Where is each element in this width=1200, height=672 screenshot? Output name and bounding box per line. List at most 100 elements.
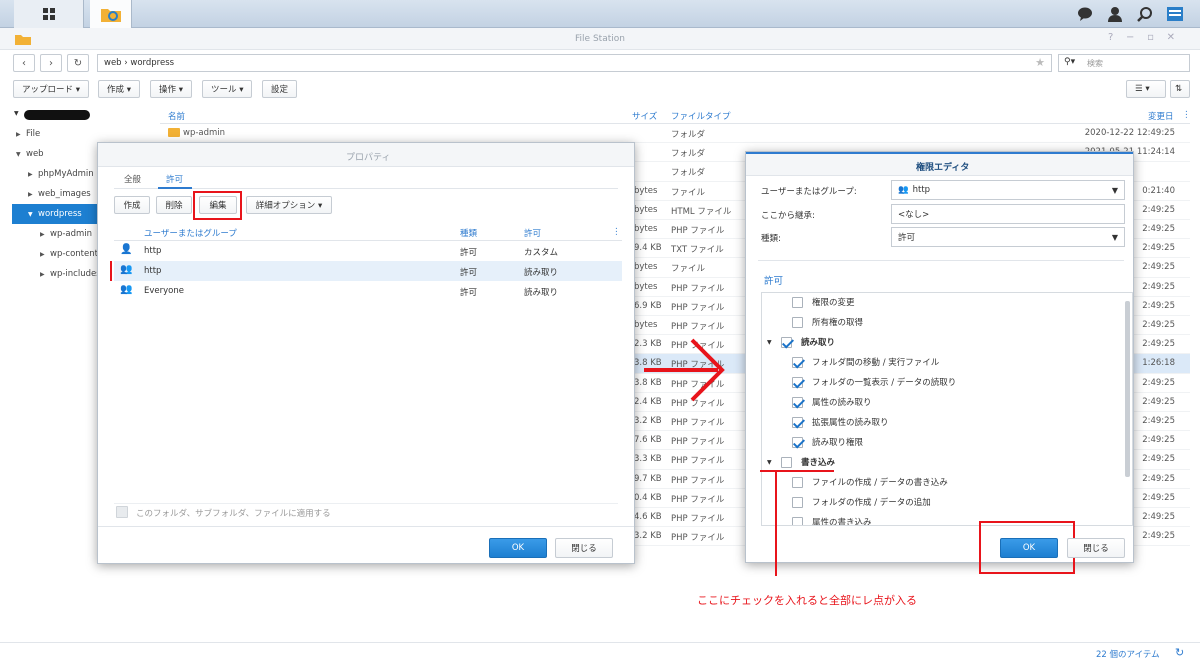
perm-row[interactable]: 👤 http 許可 カスタム [114, 241, 622, 261]
permission-item[interactable]: 属性の書き込み [792, 512, 872, 525]
tab-permissions[interactable]: 許可 [166, 173, 183, 185]
perm-delete-button[interactable]: 削除 [156, 196, 192, 214]
permission-close-button[interactable]: 閉じる [1067, 538, 1125, 558]
col-perm[interactable]: 許可 [524, 227, 541, 239]
search-field[interactable]: ⚲▾ 検索 [1058, 54, 1190, 72]
path-bar[interactable]: web › wordpress ★ [97, 54, 1052, 72]
permission-checkbox[interactable] [792, 316, 803, 328]
file-size: 0.4 KB [634, 492, 662, 503]
permissions-section-title: 許可 [764, 276, 784, 287]
perm-row[interactable]: 👥 Everyone 許可 読み取り [114, 281, 622, 301]
permission-item[interactable]: 所有権の取得 [792, 312, 863, 332]
permission-label: フォルダの一覧表示 / データの読取り [812, 378, 957, 388]
file-modified: 2:49:25 [1142, 512, 1175, 522]
permission-checkbox[interactable] [792, 296, 803, 308]
file-modified: 2:49:25 [1142, 300, 1175, 311]
file-modified: 0:21:40 [1142, 185, 1175, 196]
permission-group[interactable]: ▼ 書き込み [767, 452, 835, 472]
expand-arrow-icon[interactable]: ▼ [767, 459, 781, 466]
sort-button[interactable]: ⇅ [1170, 80, 1190, 98]
perm-table: 👤 http 許可 カスタム 👥 http 許可 読み取り 👥 Everyone 許可 読み取り [98, 241, 634, 303]
list-view-icon: ☰ ▾ [1135, 84, 1150, 94]
action-button[interactable]: 操作 ▾ [150, 80, 192, 98]
user-icon[interactable] [1104, 0, 1126, 28]
permission-item[interactable]: フォルダ間の移動 / 実行ファイル [792, 352, 939, 372]
permission-checkbox[interactable] [792, 476, 803, 488]
permission-checkbox[interactable] [792, 496, 803, 508]
permission-checkbox[interactable] [781, 336, 792, 348]
col-name[interactable]: 名前 [168, 110, 185, 122]
perm-user: Everyone [144, 286, 184, 296]
file-type: PHP ファイル [671, 533, 725, 544]
tab-general[interactable]: 全般 [124, 173, 141, 185]
permission-label: フォルダの作成 / データの追加 [812, 498, 931, 508]
user-group-select[interactable]: 👥 http ▼ [891, 180, 1125, 200]
star-icon[interactable]: ★ [1035, 56, 1045, 69]
perm-row[interactable]: 👥 http 許可 読み取り [114, 261, 622, 281]
permission-label: ファイルの作成 / データの書き込み [812, 478, 948, 488]
col-kind[interactable]: 種類 [460, 227, 477, 239]
apply-checkbox[interactable] [116, 506, 128, 518]
file-type: PHP ファイル [671, 283, 725, 294]
file-station-app-icon [15, 35, 31, 45]
tools-button[interactable]: ツール ▾ [202, 80, 253, 98]
column-options-icon[interactable]: ⋮ [1182, 110, 1191, 120]
chat-icon[interactable] [1074, 0, 1096, 28]
file-modified: 1:26:18 [1142, 358, 1175, 369]
group-icon: 👥 [898, 185, 909, 195]
col-modified[interactable]: 変更日 [1148, 110, 1174, 122]
file-list-header: 名前 サイズ ファイルタイプ 変更日 ⋮ [160, 106, 1191, 124]
create-button[interactable]: 作成 ▾ [98, 80, 140, 98]
back-button[interactable]: ‹ [13, 54, 35, 72]
permission-checkbox[interactable] [792, 356, 803, 368]
perm-create-button[interactable]: 作成 [114, 196, 150, 214]
permission-group[interactable]: ▼ 読み取り [767, 332, 835, 352]
perm-user: http [144, 246, 162, 256]
permission-checkbox[interactable] [792, 376, 803, 388]
footer-divider [98, 526, 634, 527]
window-controls[interactable]: ? − ▫ ✕ [1108, 32, 1175, 43]
permission-item[interactable]: フォルダの一覧表示 / データの読取り [792, 372, 956, 392]
file-name: wp-admin [183, 128, 226, 138]
expand-arrow-icon[interactable]: ▼ [767, 339, 781, 346]
properties-ok-button[interactable]: OK [489, 538, 547, 558]
view-mode-button[interactable]: ☰ ▾ [1126, 80, 1166, 98]
column-options-icon[interactable]: ⋮ [612, 227, 621, 237]
tree-root[interactable]: ▼ [10, 106, 150, 124]
chevron-right-icon: › [49, 57, 53, 69]
redacted-server-name [24, 110, 90, 120]
permission-checkbox[interactable] [792, 436, 803, 448]
refresh-icon[interactable]: ↻ [1175, 646, 1184, 659]
properties-close-button[interactable]: 閉じる [555, 538, 613, 558]
col-type[interactable]: ファイルタイプ [671, 110, 731, 122]
permission-checkbox[interactable] [792, 396, 803, 408]
perm-advanced-button[interactable]: 詳細オプション ▾ [246, 196, 332, 214]
scrollbar[interactable] [1125, 301, 1130, 477]
col-user[interactable]: ユーザーまたはグループ [144, 227, 237, 239]
main-menu-button[interactable] [14, 0, 84, 28]
file-size: 7.6 KB [634, 435, 662, 446]
settings-button[interactable]: 設定 [262, 80, 298, 98]
permission-item[interactable]: 属性の読み取り [792, 392, 872, 412]
forward-button[interactable]: › [40, 54, 62, 72]
file-modified: 2:49:25 [1142, 435, 1175, 446]
apps-grid-icon [42, 8, 55, 20]
col-size[interactable]: サイズ [632, 110, 657, 122]
search-dropdown-icon[interactable]: ⚲▾ [1064, 57, 1075, 67]
permission-checkbox[interactable] [792, 416, 803, 428]
upload-button[interactable]: アップロード ▾ [13, 80, 89, 98]
permission-checkbox[interactable] [781, 456, 792, 468]
permission-item[interactable]: 拡張属性の読み取り [792, 412, 889, 432]
type-select[interactable]: 許可 ▼ [891, 227, 1125, 247]
permission-item[interactable]: 権限の変更 [792, 293, 855, 312]
file-station-taskbar-button[interactable] [90, 0, 132, 28]
table-row[interactable]: wp-admin フォルダ 2020-12-22 12:49:25 [160, 124, 1190, 144]
search-icon[interactable] [1134, 0, 1156, 28]
permission-item[interactable]: フォルダの作成 / データの追加 [792, 492, 931, 512]
permission-item[interactable]: ファイルの作成 / データの書き込み [792, 472, 948, 492]
widgets-icon[interactable] [1164, 0, 1186, 28]
refresh-button[interactable]: ↻ [67, 54, 89, 72]
permission-item[interactable]: 読み取り権限 [792, 432, 863, 452]
permission-checkbox[interactable] [792, 516, 803, 525]
search-placeholder: 検索 [1087, 59, 1103, 68]
